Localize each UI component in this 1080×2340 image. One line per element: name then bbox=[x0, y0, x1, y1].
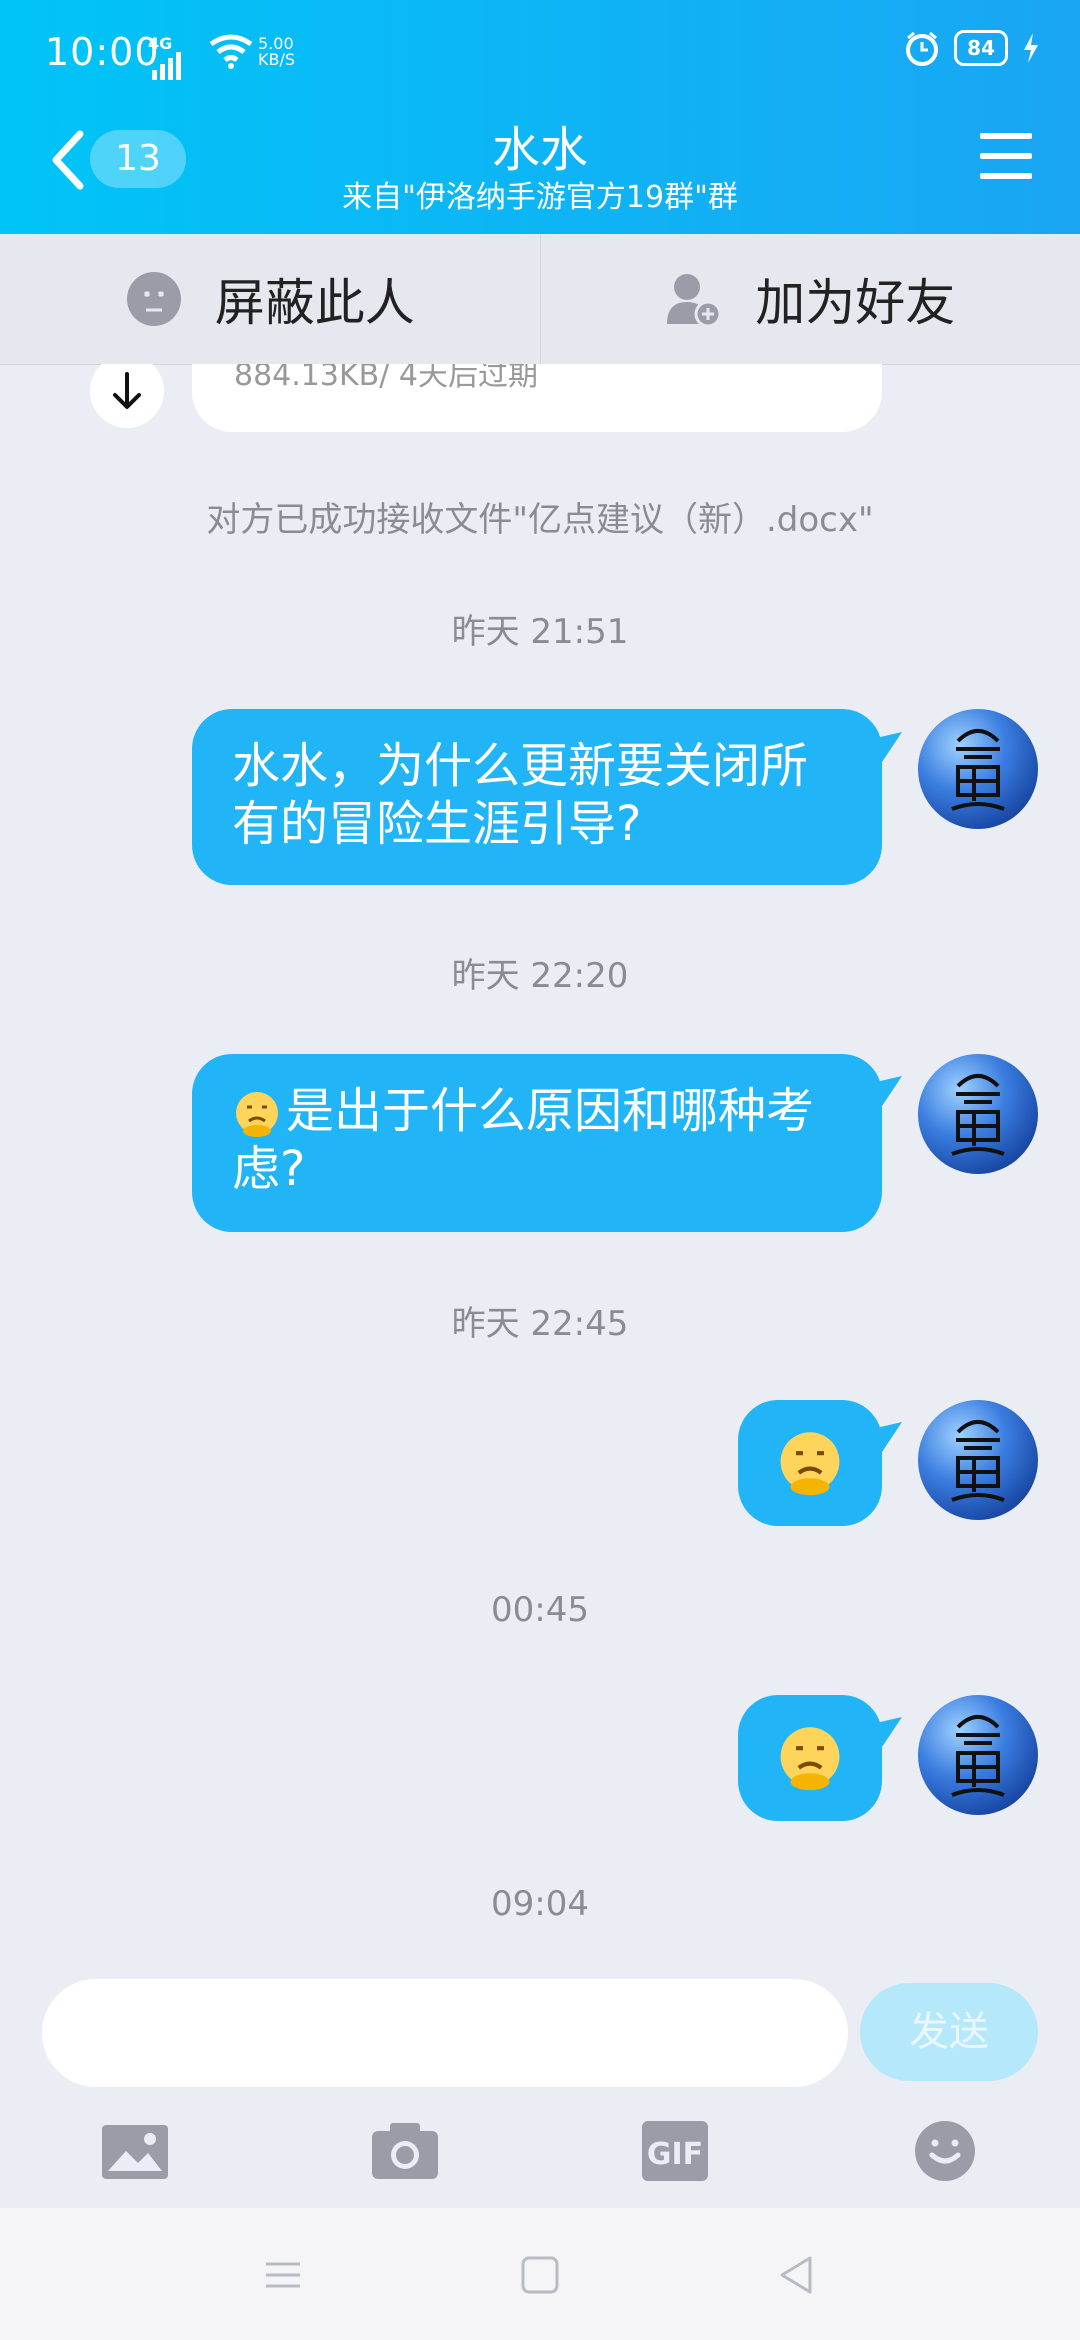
outgoing-message-bubble[interactable]: 水水，为什么更新要关闭所有的冒险生涯引导? bbox=[192, 709, 882, 885]
wifi-icon bbox=[209, 34, 253, 69]
message-list[interactable]: 884.13KB/ 4天后过期 对方已成功接收文件"亿点建议（新）.docx" … bbox=[0, 364, 1080, 1979]
charging-icon bbox=[1024, 33, 1038, 63]
image-icon[interactable] bbox=[100, 2119, 170, 2183]
bubble-tail bbox=[876, 1076, 902, 1106]
add-friend-icon bbox=[667, 274, 722, 328]
emoji-icon[interactable] bbox=[910, 2119, 980, 2183]
file-info: 884.13KB/ 4天后过期 bbox=[234, 364, 538, 393]
bubble-tail bbox=[876, 1717, 902, 1747]
speed-unit: KB/S bbox=[258, 50, 296, 69]
user-avatar[interactable] bbox=[918, 709, 1038, 829]
thinking-emoji-icon bbox=[236, 1092, 278, 1137]
thinking-emoji-icon bbox=[780, 1432, 840, 1496]
nav-menu-icon[interactable] bbox=[262, 2254, 304, 2296]
input-toolbar: GIF bbox=[0, 2119, 1080, 2189]
system-nav-bar bbox=[0, 2208, 1080, 2340]
message-text: 是出于什么原因和哪种考虑? bbox=[232, 1083, 815, 1197]
network-speed: 5.00 KB/S bbox=[258, 36, 295, 68]
message-time: 昨天 22:20 bbox=[451, 956, 629, 996]
outgoing-emoji-bubble[interactable] bbox=[738, 1695, 882, 1821]
send-button[interactable]: 发送 bbox=[860, 1983, 1038, 2081]
camera-icon[interactable] bbox=[370, 2119, 440, 2183]
outgoing-emoji-bubble[interactable] bbox=[738, 1400, 882, 1526]
battery-indicator: 84 bbox=[954, 30, 1008, 66]
signal-icon bbox=[152, 52, 181, 80]
user-avatar[interactable] bbox=[918, 1400, 1038, 1520]
status-right: 84 bbox=[904, 30, 1040, 66]
network-indicator: 4G bbox=[148, 36, 188, 80]
avatar-glyph bbox=[951, 1715, 1005, 1797]
alarm-icon bbox=[906, 31, 939, 66]
message-text: 水水，为什么更新要关闭所有的冒险生涯引导? bbox=[232, 738, 809, 852]
chat-title: 水水 bbox=[491, 122, 588, 178]
message-time: 00:45 bbox=[491, 1590, 589, 1630]
svg-text:GIF: GIF bbox=[647, 2137, 703, 2172]
message-time: 昨天 21:51 bbox=[451, 612, 629, 652]
user-avatar[interactable] bbox=[918, 1695, 1038, 1815]
download-icon bbox=[113, 372, 141, 409]
bubble-tail bbox=[876, 732, 902, 762]
gif-icon[interactable]: GIF bbox=[640, 2119, 710, 2183]
status-time: 10:00 bbox=[45, 30, 160, 74]
message-time: 昨天 22:45 bbox=[451, 1304, 629, 1344]
outgoing-message-bubble[interactable]: 是出于什么原因和哪种考虑? bbox=[192, 1054, 882, 1232]
add-friend-label: 加为好友 bbox=[755, 274, 956, 332]
menu-icon[interactable] bbox=[980, 133, 1032, 183]
avatar-glyph bbox=[951, 1074, 1005, 1156]
system-note: 对方已成功接收文件"亿点建议（新）.docx" bbox=[206, 500, 874, 540]
input-bar: 发送 GIF bbox=[0, 1979, 1080, 2209]
message-time: 09:04 bbox=[491, 1884, 589, 1924]
chat-subtitle: 来自"伊洛纳手游官方19群"群 bbox=[342, 180, 738, 215]
stranger-action-bar: 屏蔽此人 加为好友 bbox=[0, 234, 1080, 365]
status-bar: 10:00 4G 5.00 KB/S 84 bbox=[0, 0, 1080, 110]
block-user-button[interactable]: 屏蔽此人 bbox=[0, 234, 540, 364]
message-input[interactable] bbox=[42, 1979, 848, 2087]
thinking-emoji-icon bbox=[780, 1727, 840, 1791]
network-type: 4G bbox=[148, 34, 173, 53]
avatar-glyph bbox=[951, 729, 1005, 811]
download-button[interactable] bbox=[90, 364, 164, 428]
add-friend-button[interactable]: 加为好友 bbox=[539, 234, 1080, 364]
app-header: 10:00 4G 5.00 KB/S 84 13 水水 来自"伊洛纳手游官方19… bbox=[0, 0, 1080, 234]
nav-home-icon[interactable] bbox=[519, 2254, 561, 2296]
block-label: 屏蔽此人 bbox=[214, 274, 415, 332]
nav-back-icon[interactable] bbox=[776, 2254, 818, 2296]
bubble-tail bbox=[876, 1422, 902, 1452]
block-icon bbox=[126, 272, 181, 326]
avatar-glyph bbox=[951, 1420, 1005, 1502]
user-avatar[interactable] bbox=[918, 1054, 1038, 1174]
